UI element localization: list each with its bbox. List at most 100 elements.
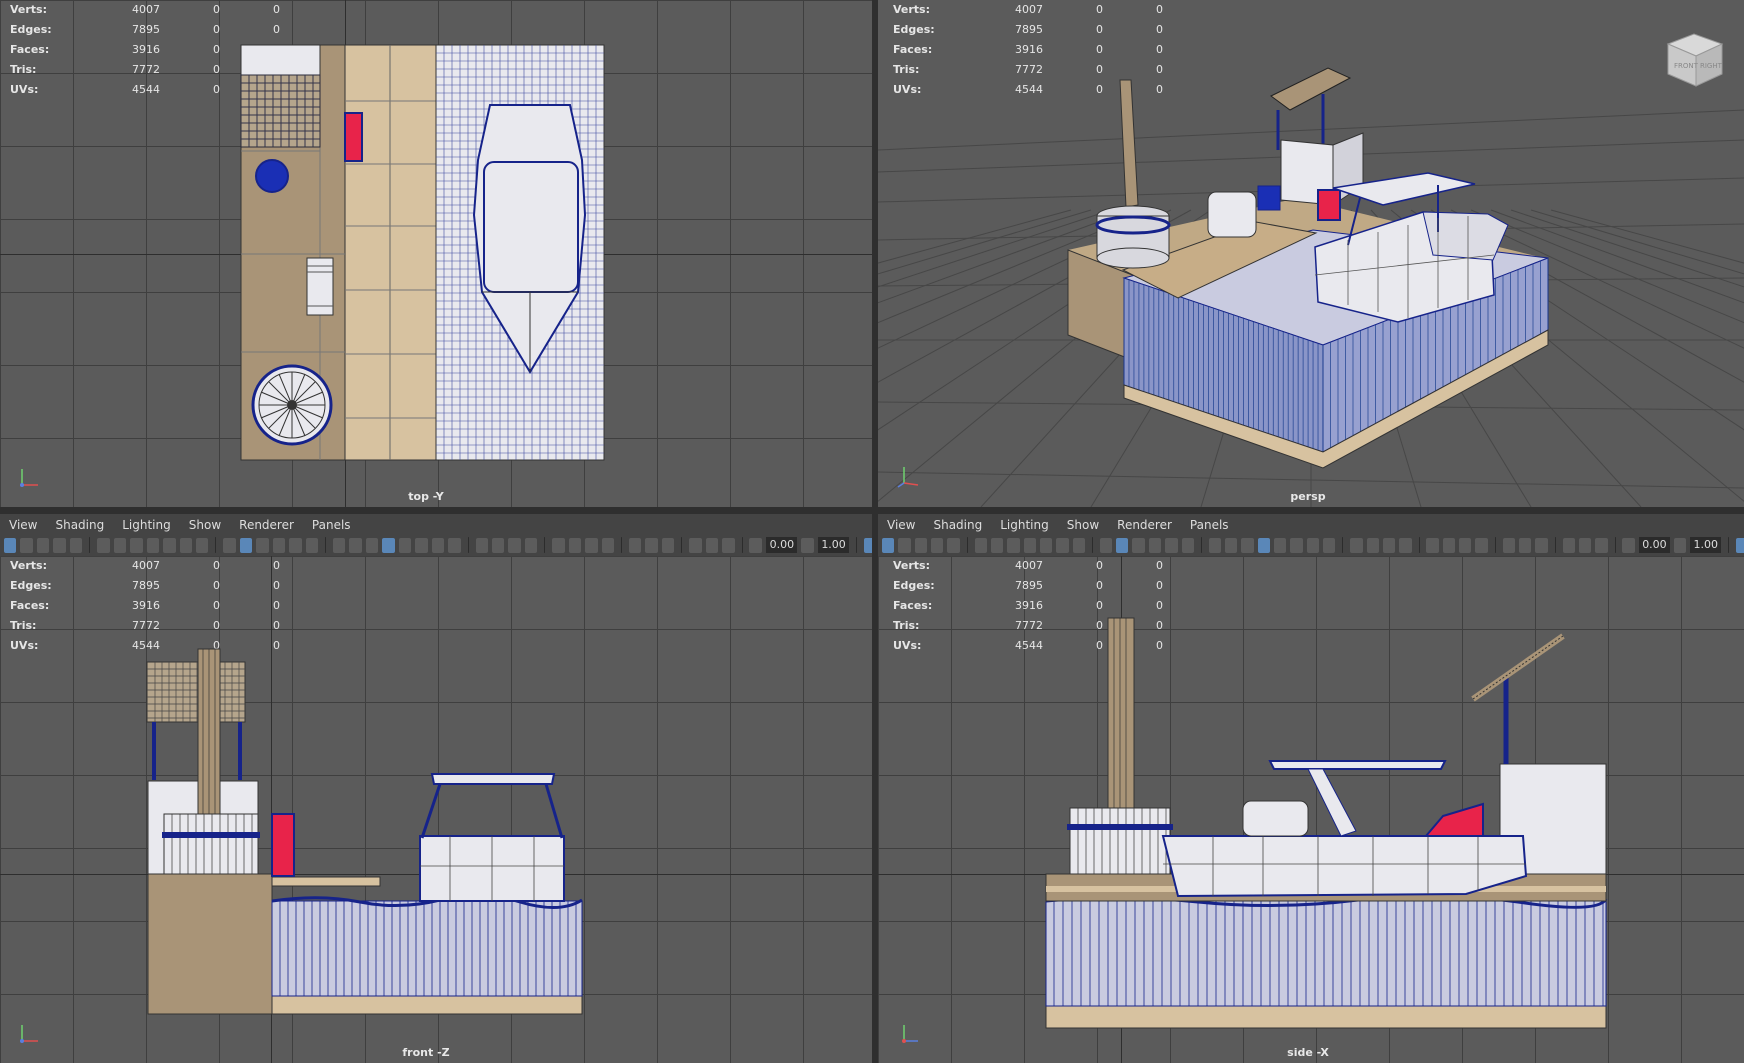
toolbar-button-icon[interactable] (568, 537, 582, 553)
toolbar-button-icon[interactable] (1023, 537, 1036, 553)
toolbar-button-icon[interactable] (552, 537, 565, 553)
toolbar-button-icon[interactable] (1007, 537, 1020, 553)
toolbar-button-icon[interactable] (898, 537, 911, 553)
toolbar-button-icon[interactable] (1181, 537, 1194, 553)
toolbar-button-icon[interactable] (431, 537, 445, 553)
toolbar-button-icon[interactable] (272, 537, 286, 553)
toolbar-button-icon[interactable] (1399, 537, 1412, 553)
toolbar-button-icon[interactable] (1426, 537, 1439, 553)
toolbar-button-icon[interactable] (448, 537, 461, 553)
menu-lighting[interactable]: Lighting (113, 518, 180, 532)
gamma-field[interactable]: 1.00 (1690, 537, 1721, 553)
toolbar-button-icon[interactable] (113, 537, 127, 553)
toolbar-button-icon[interactable] (1290, 537, 1303, 553)
toolbar-button-icon[interactable] (349, 537, 362, 553)
toolbar-button-icon[interactable] (1366, 537, 1379, 553)
toolbar-button-icon[interactable] (661, 537, 675, 553)
toolbar-button-icon[interactable] (239, 537, 253, 553)
menu-shading[interactable]: Shading (924, 518, 991, 532)
toolbar-button-icon[interactable] (1274, 537, 1287, 553)
toolbar-button-icon[interactable] (398, 537, 412, 553)
viewport-divider-vertical[interactable] (872, 0, 878, 1063)
toolbar-button-icon[interactable] (524, 537, 538, 553)
toolbar-button-icon[interactable] (415, 537, 428, 553)
toolbar-button-icon[interactable] (20, 537, 33, 553)
exposure-field[interactable]: 0.00 (765, 537, 798, 553)
toolbar-button-icon[interactable] (53, 537, 66, 553)
toolbar-button-icon[interactable] (223, 537, 236, 553)
menu-renderer[interactable]: Renderer (1108, 518, 1181, 532)
toolbar-button-icon[interactable] (1306, 537, 1320, 553)
toolbar-button-icon[interactable] (1132, 537, 1145, 553)
gamma-field[interactable]: 1.00 (817, 537, 849, 553)
menu-show[interactable]: Show (1058, 518, 1108, 532)
toolbar-button-icon[interactable] (645, 537, 658, 553)
toolbar-button-icon[interactable] (1099, 537, 1113, 553)
toolbar-button-icon[interactable] (628, 537, 642, 553)
toolbar-button-icon[interactable] (1535, 537, 1548, 553)
viewport-divider-horizontal[interactable] (0, 507, 1744, 514)
toolbar-button-icon[interactable] (1578, 537, 1592, 553)
menu-view[interactable]: View (878, 518, 924, 532)
menu-show[interactable]: Show (180, 518, 230, 532)
toolbar-button-icon[interactable] (1382, 537, 1396, 553)
toolbar-button-icon[interactable] (289, 537, 302, 553)
toolbar-button-icon[interactable] (1257, 537, 1271, 553)
toolbar-button-icon[interactable] (1072, 537, 1085, 553)
toolbar-button-icon[interactable] (256, 537, 269, 553)
scene-front-view[interactable] (0, 556, 872, 1063)
toolbar-button-icon[interactable] (1519, 537, 1532, 553)
toolbar-button-icon[interactable] (585, 537, 598, 553)
toolbar-button-icon[interactable] (146, 537, 160, 553)
toolbar-button-icon[interactable] (990, 537, 1004, 553)
viewport-top[interactable]: Verts:400700Edges:789500Faces:391600Tris… (0, 0, 872, 507)
viewport-persp[interactable]: Verts: 4007 0 0 Edges: 7895 0 0 Faces: 3916 0 0 Tris… (878, 0, 1744, 507)
toolbar-button-icon[interactable] (1039, 537, 1053, 553)
toolbar-button-icon[interactable] (1673, 537, 1687, 553)
toolbar-button-icon[interactable] (1241, 537, 1254, 553)
toolbar-button-icon[interactable] (1595, 537, 1608, 553)
toolbar-button-icon[interactable] (705, 537, 719, 553)
toolbar-button-icon[interactable] (722, 537, 735, 553)
toolbar-button-icon[interactable] (1459, 537, 1472, 553)
toolbar-button-icon[interactable] (601, 537, 615, 553)
exposure-field[interactable]: 0.00 (1638, 537, 1670, 553)
toolbar-button-icon[interactable] (1475, 537, 1488, 553)
toolbar-button-icon[interactable] (69, 537, 83, 553)
toolbar-button-icon[interactable] (475, 537, 488, 553)
menu-panels[interactable]: Panels (1181, 518, 1238, 532)
toolbar-button-icon[interactable] (491, 537, 505, 553)
toolbar-button-icon[interactable] (1622, 537, 1635, 553)
toolbar-button-icon[interactable] (689, 537, 702, 553)
toolbar-button-icon[interactable] (1208, 537, 1222, 553)
toolbar-button-icon[interactable] (931, 537, 944, 553)
scene-top-view[interactable] (0, 0, 872, 507)
toolbar-button-icon[interactable] (882, 537, 895, 553)
toolbar-button-icon[interactable] (1225, 537, 1238, 553)
toolbar-button-icon[interactable] (801, 537, 814, 553)
viewport-front[interactable]: Verts: 4007 0 0 Edges: 7895 0 0 Faces: 3916 0 0 Tris… (0, 556, 872, 1063)
toolbar-button-icon[interactable] (508, 537, 521, 553)
toolbar-button-icon[interactable] (332, 537, 346, 553)
viewport-side[interactable]: Verts: 4007 0 0 Edges: 7895 0 0 Faces: 3916 0 0 Tris… (878, 556, 1744, 1063)
toolbar-button-icon[interactable] (365, 537, 379, 553)
toolbar-button-icon[interactable] (749, 537, 762, 553)
toolbar-button-icon[interactable] (1056, 537, 1069, 553)
toolbar-button-icon[interactable] (914, 537, 928, 553)
toolbar-button-icon[interactable] (1735, 537, 1744, 553)
toolbar-button-icon[interactable] (1148, 537, 1162, 553)
toolbar-button-icon[interactable] (1350, 537, 1363, 553)
toolbar-button-icon[interactable] (4, 537, 17, 553)
toolbar-button-icon[interactable] (974, 537, 987, 553)
toolbar-button-icon[interactable] (195, 537, 209, 553)
scene-persp-view[interactable] (878, 0, 1744, 507)
menu-renderer[interactable]: Renderer (230, 518, 303, 532)
toolbar-button-icon[interactable] (163, 537, 176, 553)
scene-side-view[interactable] (878, 556, 1744, 1063)
menu-view[interactable]: View (0, 518, 46, 532)
menu-panels[interactable]: Panels (303, 518, 360, 532)
toolbar-button-icon[interactable] (1165, 537, 1178, 553)
toolbar-button-icon[interactable] (1323, 537, 1336, 553)
view-cube-icon[interactable]: FRONT RIGHT (1664, 28, 1726, 90)
toolbar-button-icon[interactable] (1442, 537, 1456, 553)
